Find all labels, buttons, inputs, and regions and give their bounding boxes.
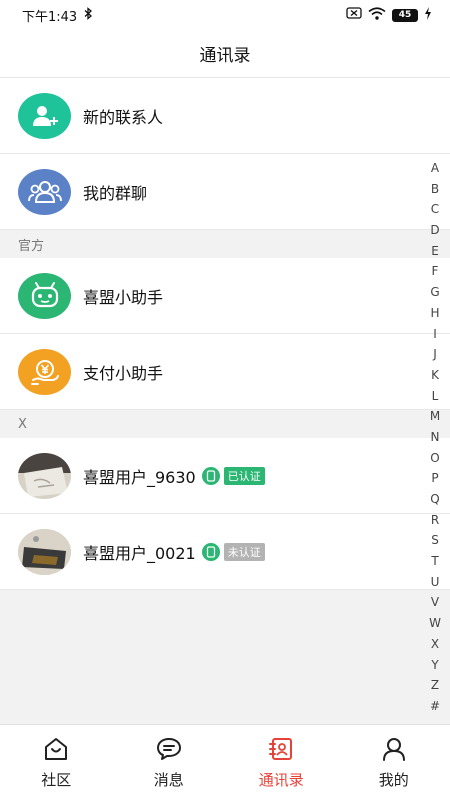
- bluetooth-icon: [83, 6, 93, 24]
- new-contacts-label: 新的联系人: [83, 107, 164, 127]
- payment-assistant-item[interactable]: 支付小助手: [0, 334, 450, 410]
- my-groups-item[interactable]: 我的群聊: [0, 154, 450, 230]
- payment-icon: [18, 348, 71, 395]
- tab-messages[interactable]: 消息: [113, 725, 226, 800]
- unverified-badge: 未认证: [223, 542, 265, 561]
- contact-list: 新的联系人 我的群聊 官方 喜盟小助手 支付小助手 X 喜盟用户_9630 已认…: [0, 78, 450, 590]
- sim-off-icon: [346, 7, 362, 23]
- user-avatar: [18, 452, 71, 499]
- index-letter[interactable]: #: [430, 696, 440, 717]
- my-groups-label: 我的群聊: [83, 183, 148, 203]
- section-header-official: 官方: [0, 230, 450, 258]
- header: 通讯录: [0, 30, 450, 78]
- index-letter[interactable]: P: [431, 468, 438, 489]
- profile-icon: [381, 737, 407, 765]
- index-letter[interactable]: R: [431, 510, 439, 531]
- index-letter[interactable]: E: [431, 241, 439, 262]
- index-letter[interactable]: V: [431, 592, 439, 613]
- ximeng-assistant-item[interactable]: 喜盟小助手: [0, 258, 450, 334]
- index-letter[interactable]: X: [431, 634, 439, 655]
- index-letter[interactable]: A: [431, 158, 439, 179]
- robot-icon: [18, 272, 71, 319]
- user-avatar: [18, 528, 71, 575]
- status-left: 下午1:43: [22, 6, 93, 25]
- phone-icon: [201, 466, 220, 485]
- section-header-x: X: [0, 410, 450, 438]
- contacts-icon: [268, 737, 294, 765]
- status-bar: 下午1:43 45: [0, 0, 450, 30]
- index-letter[interactable]: I: [433, 324, 437, 345]
- index-letter[interactable]: F: [432, 261, 439, 282]
- index-letter[interactable]: Z: [431, 675, 439, 696]
- page-title: 通讯录: [199, 46, 251, 66]
- index-letter[interactable]: O: [430, 448, 439, 469]
- index-letter[interactable]: M: [430, 406, 440, 427]
- message-icon: [156, 737, 182, 765]
- new-contacts-item[interactable]: 新的联系人: [0, 78, 450, 154]
- charging-icon: [424, 6, 432, 24]
- index-letter[interactable]: W: [429, 613, 441, 634]
- index-letter[interactable]: H: [430, 303, 439, 324]
- tab-community[interactable]: 社区: [0, 725, 113, 800]
- user-name: 喜盟用户_9630: [83, 467, 196, 487]
- group-icon: [18, 168, 71, 215]
- index-letter[interactable]: S: [431, 530, 439, 551]
- wifi-icon: [368, 6, 386, 24]
- community-icon: [43, 737, 69, 765]
- tab-contacts[interactable]: 通讯录: [225, 725, 338, 800]
- tab-label: 社区: [41, 771, 72, 789]
- index-letter[interactable]: N: [431, 427, 440, 448]
- tab-label: 通讯录: [258, 771, 304, 789]
- index-letter[interactable]: J: [433, 344, 437, 365]
- index-letter[interactable]: T: [431, 551, 438, 572]
- index-letter[interactable]: K: [431, 365, 439, 386]
- bottom-tab-bar: 社区 消息 通讯录 我的: [0, 724, 450, 800]
- user-row-9630[interactable]: 喜盟用户_9630 已认证: [0, 438, 450, 514]
- index-letter[interactable]: D: [430, 220, 439, 241]
- status-right: 45: [346, 6, 432, 24]
- index-letter[interactable]: C: [431, 199, 439, 220]
- user-name: 喜盟用户_0021: [83, 543, 196, 563]
- tab-label: 我的: [378, 771, 409, 789]
- index-letter[interactable]: G: [430, 282, 439, 303]
- tab-label: 消息: [153, 771, 184, 789]
- phone-icon: [201, 542, 220, 561]
- payment-assistant-label: 支付小助手: [83, 363, 164, 383]
- add-user-icon: [18, 92, 71, 139]
- user-row-0021[interactable]: 喜盟用户_0021 未认证: [0, 514, 450, 590]
- battery-level: 45: [392, 8, 418, 22]
- alphabet-index[interactable]: A B C D E F G H I J K L M N O P Q R S T U V W X Y Z #: [428, 158, 442, 717]
- index-letter[interactable]: Y: [431, 655, 438, 676]
- index-letter[interactable]: U: [431, 572, 440, 593]
- index-letter[interactable]: B: [431, 179, 439, 200]
- status-time: 下午1:43: [22, 9, 78, 25]
- index-letter[interactable]: Q: [430, 489, 439, 510]
- ximeng-assistant-label: 喜盟小助手: [83, 287, 164, 307]
- tab-profile[interactable]: 我的: [338, 725, 450, 800]
- index-letter[interactable]: L: [432, 386, 439, 407]
- verified-badge: 已认证: [223, 466, 265, 485]
